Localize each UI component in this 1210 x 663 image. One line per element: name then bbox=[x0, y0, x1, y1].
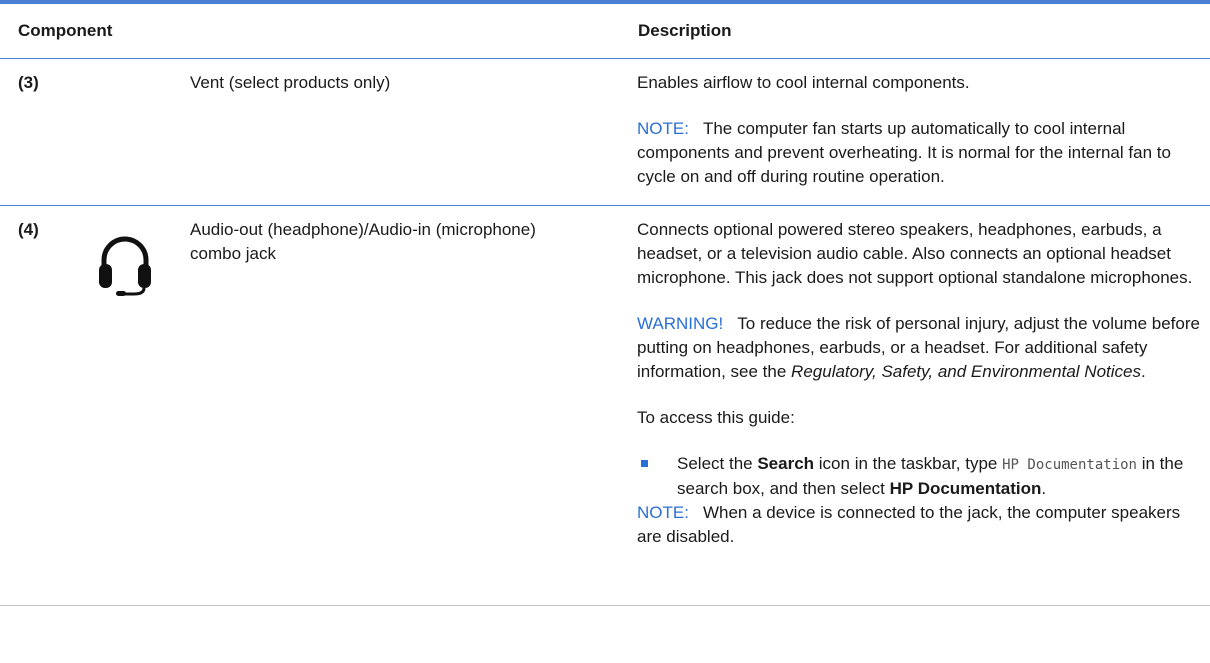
table-header: Component Description bbox=[0, 4, 1210, 59]
warning-doc-title: Regulatory, Safety, and Environmental No… bbox=[791, 362, 1141, 381]
target-app: HP Documentation bbox=[889, 479, 1042, 498]
component-number: (4) bbox=[18, 220, 39, 239]
note-text: The computer fan starts up automatically… bbox=[637, 119, 1171, 186]
component-number: (3) bbox=[18, 73, 39, 92]
header-description: Description bbox=[638, 21, 732, 40]
table-row: (4) Audio-out (headphone)/Audio-in (micr… bbox=[0, 206, 1210, 606]
bullet-icon bbox=[641, 460, 648, 467]
note-label: NOTE: bbox=[637, 503, 689, 522]
component-name: Audio-out (headphone)/Audio-in (micropho… bbox=[190, 220, 536, 263]
typed-code: HP Documentation bbox=[1002, 457, 1137, 473]
component-table: Component Description (3) Vent (select p… bbox=[0, 0, 1210, 606]
warning-end: . bbox=[1140, 362, 1146, 381]
warning: WARNING! To reduce the risk of personal i… bbox=[637, 312, 1202, 384]
component-name: Vent (select products only) bbox=[190, 73, 391, 92]
search-term: Search bbox=[757, 454, 815, 473]
list-item: Select the Search icon in the taskbar, t… bbox=[637, 452, 1202, 501]
component-description: Connects optional powered stereo speaker… bbox=[637, 218, 1202, 571]
note: NOTE: When a device is connected to the j… bbox=[637, 501, 1202, 549]
table-row: (3) Vent (select products only) Enables … bbox=[0, 59, 1210, 206]
header-component: Component bbox=[18, 21, 113, 40]
note-label: NOTE: bbox=[637, 119, 689, 138]
note: NOTE: The computer fan starts up automati… bbox=[637, 117, 1202, 189]
description-text: Enables airflow to cool internal compone… bbox=[637, 73, 970, 92]
note-text: When a device is connected to the jack, … bbox=[637, 503, 1181, 546]
access-text: To access this guide: bbox=[637, 408, 795, 427]
headphone-icon bbox=[98, 234, 152, 296]
bullet-text: icon in the taskbar, type bbox=[818, 454, 998, 473]
description-text: Connects optional powered stereo speaker… bbox=[637, 220, 1193, 287]
bullet-text: Select the bbox=[677, 454, 753, 473]
warning-label: WARNING! bbox=[637, 314, 724, 333]
component-description: Enables airflow to cool internal compone… bbox=[637, 71, 1202, 211]
bullet-end: . bbox=[1041, 479, 1047, 498]
